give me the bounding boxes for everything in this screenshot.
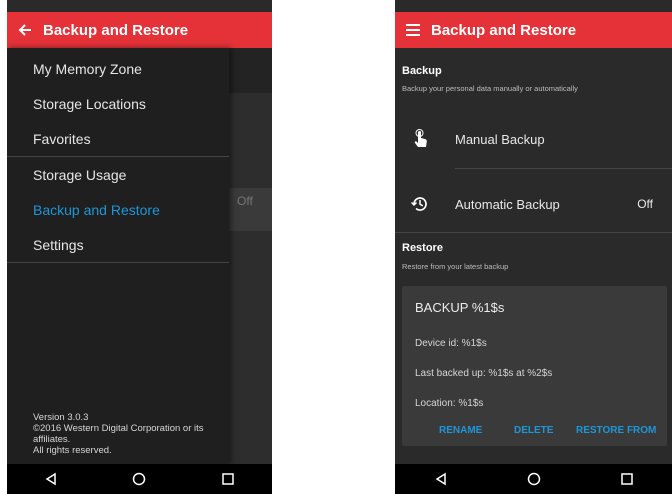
page-title: Backup and Restore	[43, 21, 189, 39]
drawer-item-settings[interactable]: Settings	[7, 227, 229, 262]
back-triangle-icon[interactable]	[31, 464, 71, 494]
background-off-value: Off	[237, 194, 253, 208]
home-circle-icon[interactable]	[119, 464, 159, 494]
drawer-item-label: Storage Usage	[33, 166, 127, 183]
rights-text: All rights reserved.	[33, 445, 112, 456]
drawer-item-my-memory-zone[interactable]: My Memory Zone	[7, 51, 229, 86]
copyright-text: ©2016 Western Digital Corporation or its	[33, 423, 204, 434]
drawer-item-storage-usage[interactable]: Storage Usage	[7, 157, 229, 192]
app-bar: Backup and Restore	[7, 12, 272, 48]
manual-backup-row[interactable]: Manual Backup	[395, 113, 672, 165]
automatic-backup-label: Automatic Backup	[455, 196, 560, 212]
right-screen: Backup and Restore Backup Backup your pe…	[395, 0, 672, 494]
device-id-text: Device id: %1$s	[415, 338, 487, 349]
system-nav-bar	[395, 464, 672, 494]
drawer-divider	[7, 262, 229, 263]
delete-button[interactable]: DELETE	[514, 425, 553, 436]
history-icon	[395, 195, 445, 213]
page-title: Backup and Restore	[431, 21, 577, 39]
drawer-item-label: Storage Locations	[33, 95, 146, 112]
drawer-item-backup-and-restore[interactable]: Backup and Restore	[7, 192, 229, 227]
drawer-item-label: My Memory Zone	[33, 60, 142, 77]
back-arrow-icon[interactable]	[7, 12, 43, 48]
system-nav-bar	[7, 464, 272, 494]
menu-icon[interactable]	[395, 12, 431, 48]
backup-section-title: Backup	[402, 65, 442, 77]
home-circle-icon[interactable]	[514, 464, 554, 494]
section-divider	[395, 232, 672, 233]
drawer-item-label: Settings	[33, 236, 84, 253]
backup-card-title: BACKUP %1$s	[415, 300, 505, 315]
backup-restore-content: Backup Backup your personal data manuall…	[395, 48, 672, 464]
last-backed-up-text: Last backed up: %1$s at %2$s	[415, 368, 553, 379]
drawer-footer: Version 3.0.3 ©2016 Western Digital Corp…	[33, 412, 221, 456]
back-triangle-icon[interactable]	[421, 464, 461, 494]
backup-section-subtitle: Backup your personal data manually or au…	[402, 84, 578, 93]
version-text: Version 3.0.3	[33, 412, 89, 423]
drawer-item-label: Favorites	[33, 130, 91, 147]
navigation-drawer: My Memory Zone Storage Locations Favorit…	[7, 48, 229, 464]
rename-button[interactable]: RENAME	[439, 425, 482, 436]
drawer-item-favorites[interactable]: Favorites	[7, 121, 229, 156]
automatic-backup-row[interactable]: Automatic Backup Off	[395, 178, 672, 230]
copyright-text-2: affiliates.	[33, 434, 71, 445]
automatic-backup-value: Off	[637, 197, 653, 211]
drawer-item-storage-locations[interactable]: Storage Locations	[7, 86, 229, 121]
manual-backup-label: Manual Backup	[455, 131, 545, 147]
recents-square-icon[interactable]	[208, 464, 248, 494]
touch-icon	[395, 129, 445, 149]
row-divider	[455, 168, 672, 169]
drawer-item-label: Backup and Restore	[33, 201, 160, 218]
restore-section-title: Restore	[402, 242, 443, 254]
restore-from-button[interactable]: RESTORE FROM	[576, 425, 656, 436]
recents-square-icon[interactable]	[607, 464, 647, 494]
location-text: Location: %1$s	[415, 398, 484, 409]
app-bar: Backup and Restore	[395, 12, 672, 48]
backup-card: BACKUP %1$s Device id: %1$s Last backed …	[402, 286, 667, 446]
restore-section-subtitle: Restore from your latest backup	[402, 262, 509, 271]
left-screen: Off Backup and Restore My Memory Zone St…	[7, 0, 272, 494]
